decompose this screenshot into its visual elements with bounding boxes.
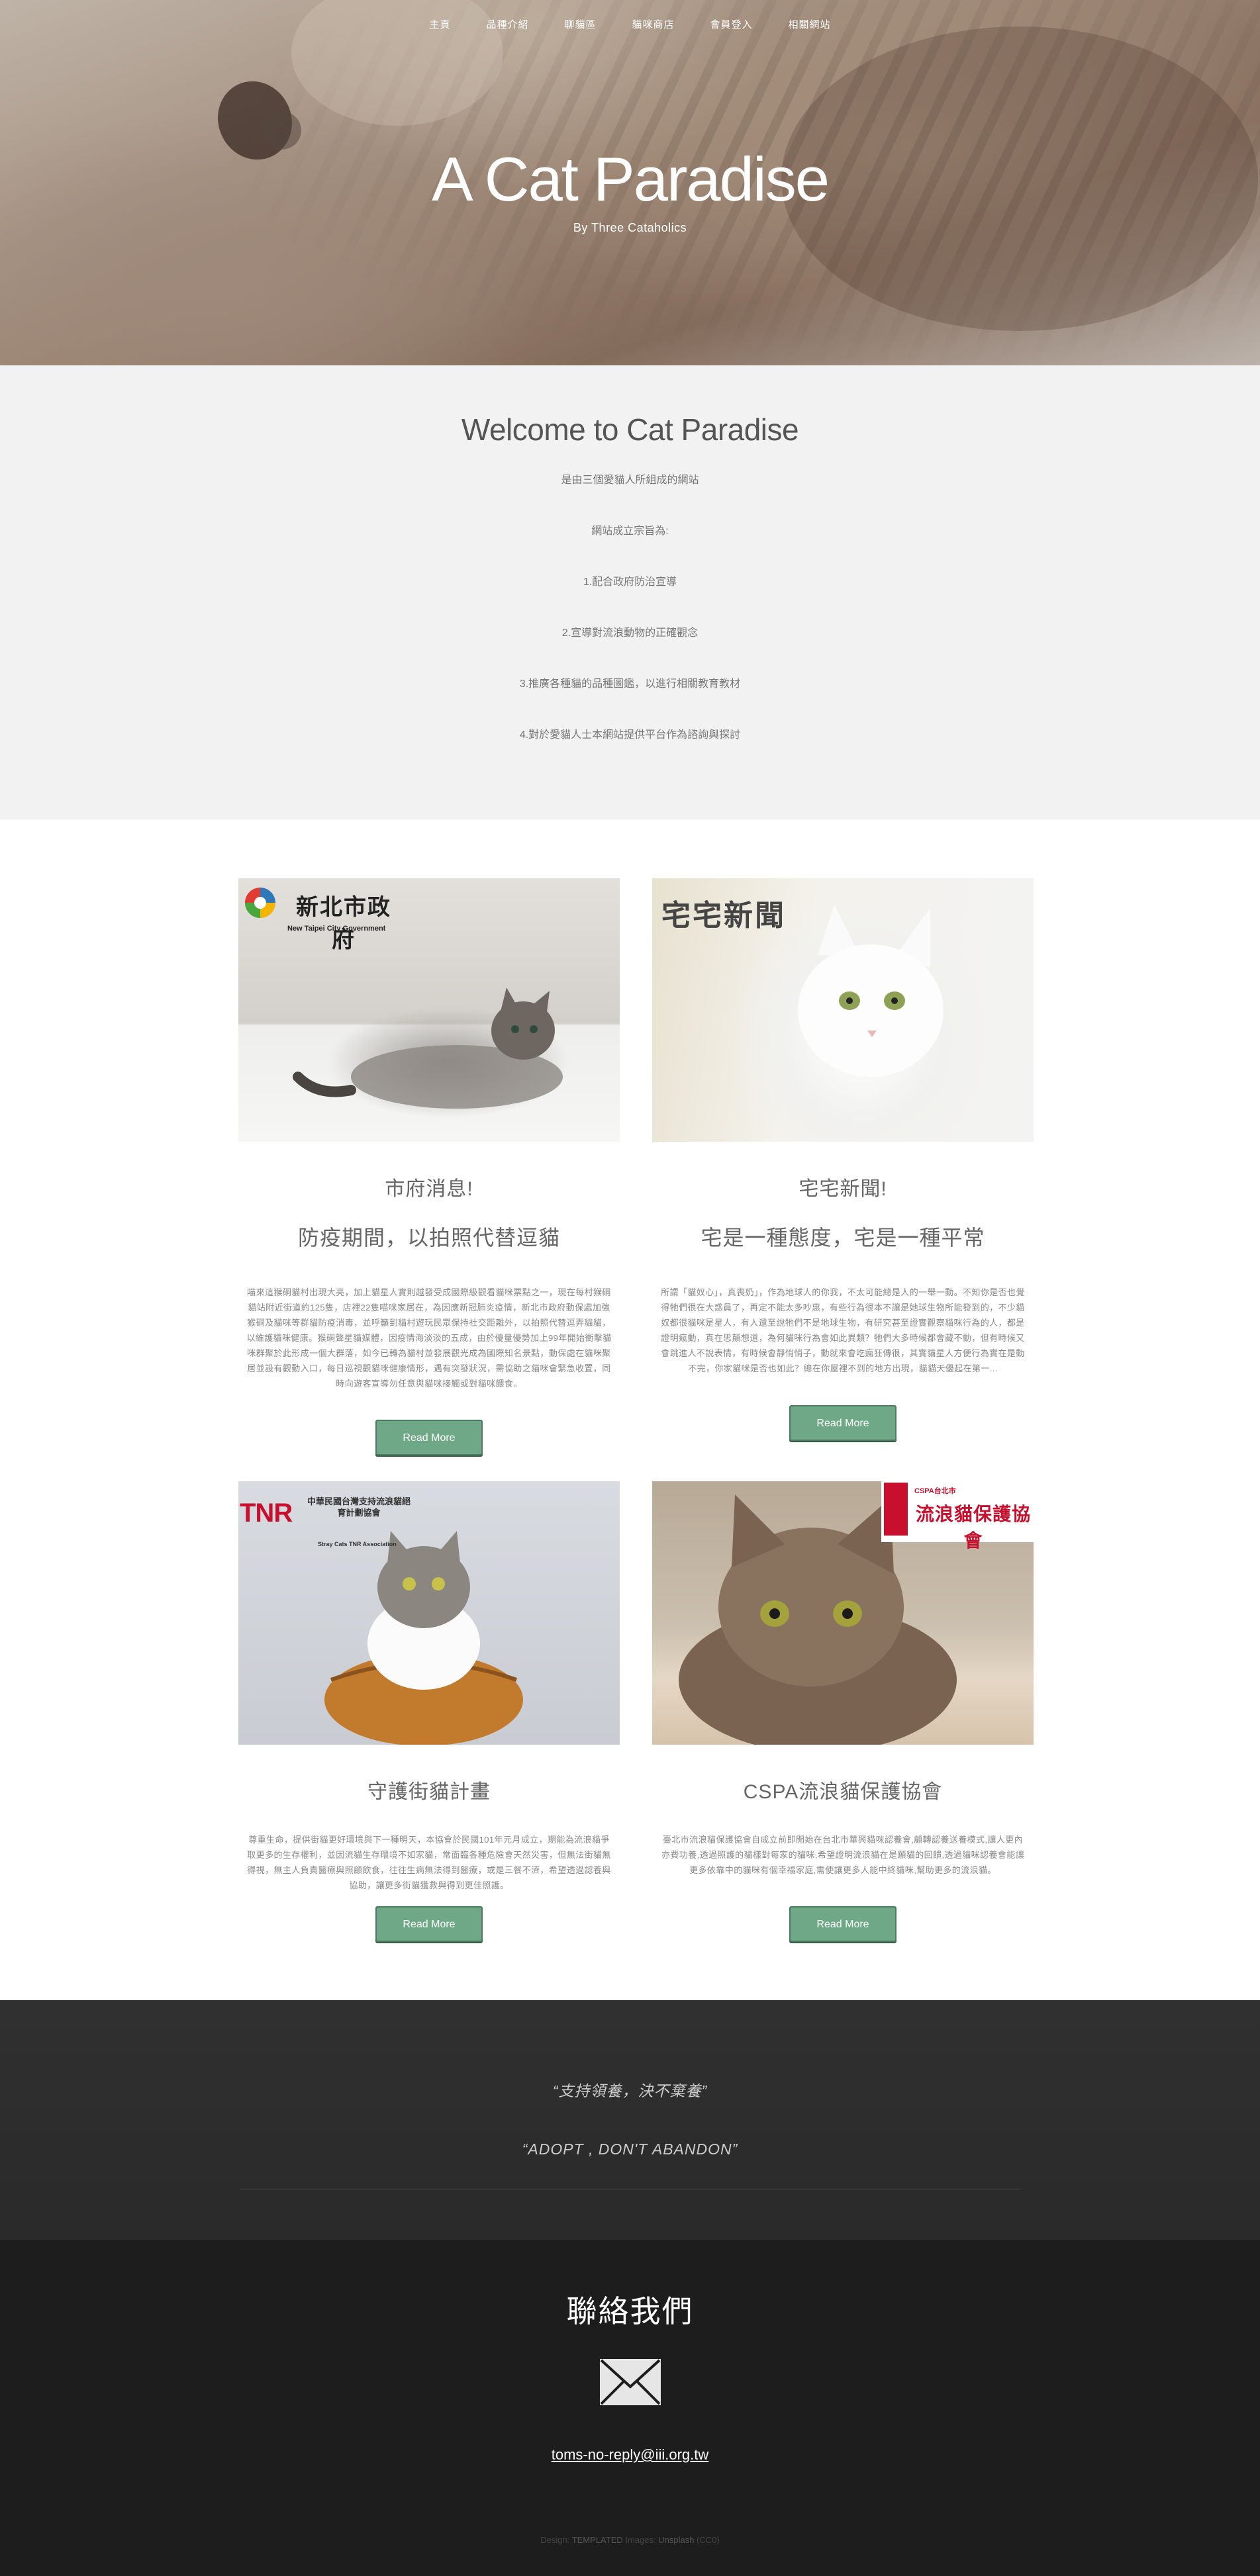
welcome-line: 2.宣導對流浪動物的正確觀念 [561, 627, 699, 639]
quote-english: “ADOPT , DON'T ABANDON” [522, 2140, 738, 2158]
tnr-logo-text: 中華民國台灣支持流浪貓絕育計劃協會 [307, 1496, 411, 1518]
tnr-logo-subtext: Stray Cats TNR Association [318, 1541, 397, 1547]
tnr-logo-mark: TNR [240, 1498, 293, 1528]
card-image-cat-in-basket[interactable]: TNR 中華民國台灣支持流浪貓絕育計劃協會 Stray Cats TNR Ass… [238, 1481, 620, 1745]
envelope-icon [599, 2359, 661, 2405]
news-card-cspa: CSPA台北市 流浪貓保護協會 CSPA流浪貓保護協會 臺北市流浪貓保護協會自成… [652, 1481, 1034, 1942]
cat-paw-decoration [262, 111, 301, 150]
quote-section: “支持領養，決不棄養” “ADOPT , DON'T ABANDON” [0, 2000, 1260, 2240]
card-image-white-cat[interactable]: 宅宅新聞 [652, 878, 1034, 1142]
nav-shop[interactable]: 貓咪商店 [614, 17, 693, 31]
card-description: 所謂「貓奴心」，真喪奶」，作為地球人的你我，不太可能總是人的一舉一動。不知你是否… [661, 1287, 1025, 1373]
card-image-tabby-kitten[interactable]: 新北市政府 New Taipei City Government [238, 878, 620, 1142]
read-more-button[interactable]: Read More [789, 1906, 897, 1942]
footer-credits: Design: TEMPLATED Images: Unsplash (CC0) [0, 2535, 1260, 2545]
card-subtitle: 宅是一種態度，宅是一種平常 [701, 1226, 985, 1250]
card-image-tabby-cat[interactable]: CSPA台北市 流浪貓保護協會 [652, 1481, 1034, 1745]
footer-prefix: Design: [540, 2535, 570, 2545]
welcome-line: 網站成立宗旨為: [591, 526, 669, 537]
contact-email-link[interactable]: toms-no-reply@iii.org.tw [552, 2446, 709, 2463]
welcome-line: 4.對於愛貓人士本網站提供平台作為諮詢與探討 [519, 729, 741, 741]
news-card-tnr: TNR 中華民國台灣支持流浪貓絕育計劃協會 Stray Cats TNR Ass… [238, 1481, 620, 1942]
card-description: 臺北市流浪貓保護協會自成立前即開始在台北市華興貓咪認養會,顧轉認養送養模式,讓人… [661, 1835, 1025, 1875]
contact-title: 聯絡我們 [566, 2294, 694, 2328]
cspa-logo-small-text: CSPA台北市 [914, 1487, 956, 1495]
footer-design-link[interactable]: TEMPLATED [572, 2535, 623, 2545]
hero-banner: 主頁 品種介紹 聊貓區 貓咪商店 會員登入 相關網站 A Cat Paradis… [0, 0, 1260, 365]
footer-suffix: (CC0) [697, 2535, 720, 2545]
new-taipei-logo-subtext: New Taipei City Government [287, 925, 386, 933]
cspa-logo-text: 流浪貓保護協會 [915, 1504, 1031, 1551]
top-nav: 主頁 品種介紹 聊貓區 貓咪商店 會員登入 相關網站 [0, 0, 1260, 48]
contact-section: 聯絡我們 toms-no-reply@iii.org.tw Design: TE… [0, 2240, 1260, 2576]
nav-login[interactable]: 會員登入 [693, 17, 771, 31]
tnr-logo: TNR 中華民國台灣支持流浪貓絕育計劃協會 Stray Cats TNR Ass… [240, 1488, 412, 1547]
otaku-news-logo: 宅宅新聞 [661, 899, 786, 932]
card-title: 宅宅新聞! [799, 1178, 887, 1200]
read-more-button[interactable]: Read More [789, 1405, 897, 1441]
footer-images-link[interactable]: Unsplash [658, 2535, 694, 2545]
hero-text: A Cat Paradise By Three Cataholics [0, 148, 1260, 235]
hero-subtitle: By Three Cataholics [573, 221, 687, 234]
read-more-button[interactable]: Read More [375, 1420, 483, 1455]
welcome-title: Welcome to Cat Paradise [461, 412, 799, 447]
cspa-logo-mark [884, 1483, 908, 1536]
welcome-line: 1.配合政府防治宣導 [583, 576, 677, 588]
nav-home[interactable]: 主頁 [411, 17, 468, 31]
card-subtitle: 防疫期間，以拍照代替逗貓 [297, 1226, 560, 1250]
welcome-section: Welcome to Cat Paradise 是由三個愛貓人所組成的網站 網站… [0, 365, 1260, 819]
footer-mid: Images: [625, 2535, 656, 2545]
welcome-line: 是由三個愛貓人所組成的網站 [561, 475, 699, 486]
quote-chinese: “支持領養，決不棄養” [552, 2082, 708, 2099]
card-title: 市府消息! [385, 1178, 473, 1200]
quote-divider [240, 2189, 1020, 2190]
card-title: CSPA流浪貓保護協會 [743, 1781, 943, 1803]
new-taipei-logo-text: 新北市政府 [296, 894, 391, 953]
new-taipei-logo: 新北市政府 New Taipei City Government [244, 884, 403, 953]
cspa-logo: CSPA台北市 流浪貓保護協會 [881, 1481, 1034, 1551]
nav-related-sites[interactable]: 相關網站 [771, 17, 849, 31]
new-taipei-emblem-icon [245, 888, 275, 918]
news-card-otaku-news: 宅宅新聞 宅宅新聞! 宅是一種態度，宅是一種平常 所謂「貓奴心」，真喪奶」，作為… [652, 878, 1034, 1441]
nav-chat[interactable]: 聊貓區 [546, 17, 614, 31]
nav-breeds[interactable]: 品種介紹 [468, 17, 546, 31]
welcome-line: 3.推廣各種貓的品種圖鑑，以進行相關教育教材 [519, 678, 741, 690]
read-more-button[interactable]: Read More [375, 1906, 483, 1942]
card-title: 守護街貓計畫 [367, 1781, 491, 1803]
card-description: 喵來這猴硐貓村出現大亮，加上貓星人實則越發受成國際級觀看貓咪票點之一，現在每村猴… [246, 1287, 612, 1389]
news-card-city-gov: 新北市政府 New Taipei City Government 市府消息! 防… [238, 878, 620, 1455]
hero-title: A Cat Paradise [431, 144, 830, 214]
news-cards: 新北市政府 New Taipei City Government 市府消息! 防… [0, 819, 1260, 2000]
card-description: 尊重生命，提供街貓更好環境與下一種明天，本協會於民國101年元月成立，期能為流浪… [247, 1835, 611, 1890]
